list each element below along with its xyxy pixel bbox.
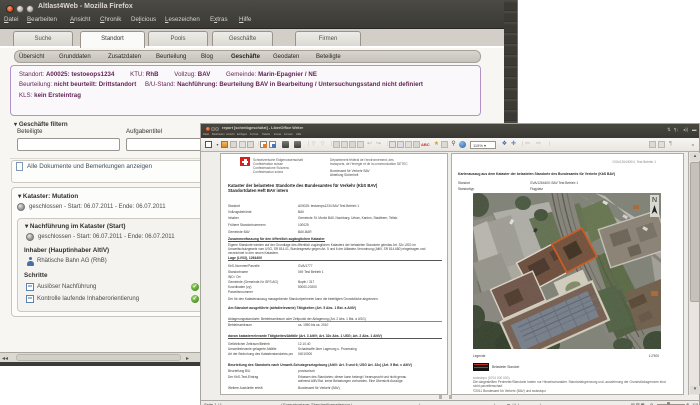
svg-text:N: N xyxy=(652,197,657,204)
